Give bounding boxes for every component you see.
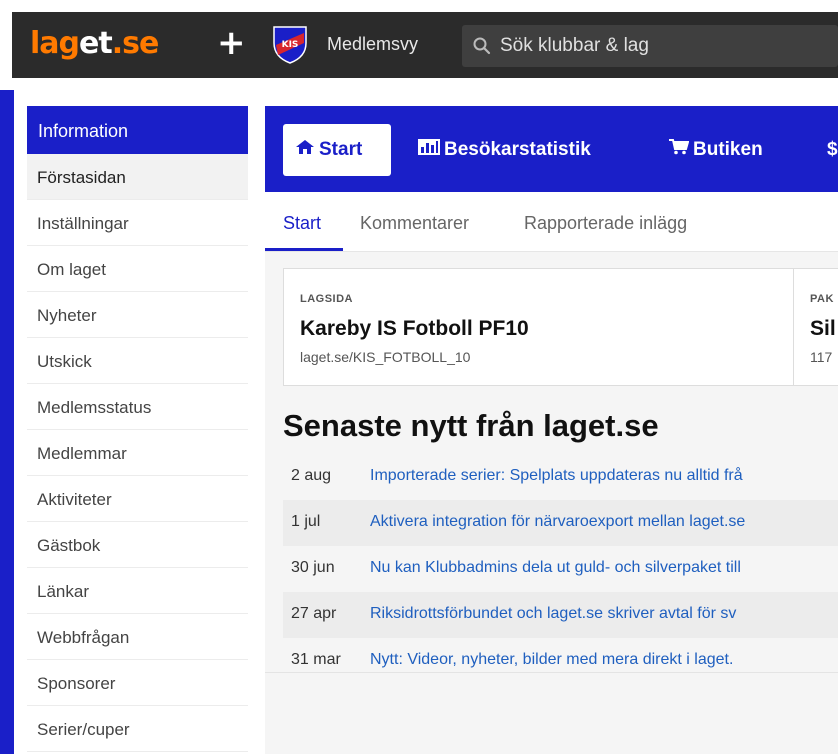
- cart-icon: [669, 139, 690, 161]
- package-label: PAK: [810, 293, 834, 305]
- logo-part-et: et: [79, 26, 113, 61]
- tab-start[interactable]: Start: [283, 213, 321, 234]
- sidebar-item-medlemsstatus[interactable]: Medlemsstatus: [27, 384, 248, 430]
- news-list: 2 aug Importerade serier: Spelplats uppd…: [283, 454, 838, 684]
- crest-text: KIS: [282, 40, 299, 50]
- top-bar: laget.se + KIS Medlemsvy Sök klubbar & l…: [0, 0, 838, 90]
- nav-stats-button[interactable]: Besökarstatistik: [418, 124, 591, 176]
- team-page-panel: LAGSIDA Kareby IS Fotboll PF10 laget.se/…: [284, 269, 794, 385]
- sidebar-item-sponsorer[interactable]: Sponsorer: [27, 660, 248, 706]
- main-navbar: Start Besökarstatistik Butiken $: [265, 106, 838, 192]
- team-name: Kareby IS Fotboll PF10: [300, 317, 529, 340]
- news-link[interactable]: Importerade serier: Spelplats uppdateras…: [370, 467, 743, 485]
- top-bar-inner: laget.se + KIS Medlemsvy Sök klubbar & l…: [12, 12, 838, 78]
- main-content: Start Besökarstatistik Butiken $ Start K…: [265, 106, 838, 754]
- nav-start-label: Start: [319, 139, 363, 160]
- sidebar-item-lankar[interactable]: Länkar: [27, 568, 248, 614]
- news-link[interactable]: Nytt: Videor, nyheter, bilder med mera d…: [370, 651, 733, 669]
- plus-icon[interactable]: +: [217, 26, 246, 60]
- sidebar: Information Förstasidan Inställningar Om…: [27, 106, 248, 754]
- news-date: 1 jul: [291, 513, 321, 530]
- news-link[interactable]: Nu kan Klubbadmins dela ut guld- och sil…: [370, 559, 741, 577]
- news-link[interactable]: Riksidrottsförbundet och laget.se skrive…: [370, 605, 736, 623]
- sidebar-item-webbfragan[interactable]: Webbfrågan: [27, 614, 248, 660]
- search-input[interactable]: Sök klubbar & lag: [462, 25, 838, 67]
- sub-tabs: Start Kommentarer Rapporterade inlägg: [265, 192, 838, 252]
- tab-reported-posts[interactable]: Rapporterade inlägg: [524, 213, 687, 234]
- package-title: Sil: [810, 317, 836, 340]
- sidebar-item-medlemmar[interactable]: Medlemmar: [27, 430, 248, 476]
- news-heading: Senaste nytt från laget.se: [283, 408, 659, 443]
- club-crest-icon[interactable]: KIS: [272, 25, 308, 65]
- laget-logo[interactable]: laget.se: [30, 26, 160, 61]
- team-url[interactable]: laget.se/KIS_FOTBOLL_10: [300, 349, 470, 365]
- news-date: 2 aug: [291, 467, 332, 484]
- logo-part-se: .se: [111, 26, 160, 61]
- package-sub: 117: [810, 349, 833, 365]
- content-divider: [265, 672, 838, 673]
- news-item: 2 aug Importerade serier: Spelplats uppd…: [283, 454, 838, 500]
- nav-shop-button[interactable]: Butiken: [669, 124, 763, 176]
- member-view-label[interactable]: Medlemsvy: [327, 34, 418, 55]
- nav-start-button[interactable]: Start: [283, 124, 391, 176]
- sidebar-item-aktiviteter[interactable]: Aktiviteter: [27, 476, 248, 522]
- news-item: 30 jun Nu kan Klubbadmins dela ut guld- …: [283, 546, 838, 592]
- sidebar-item-nyheter[interactable]: Nyheter: [27, 292, 248, 338]
- active-tab-underline: [265, 248, 343, 251]
- nav-shop-label: Butiken: [693, 139, 763, 160]
- team-info-card: LAGSIDA Kareby IS Fotboll PF10 laget.se/…: [283, 268, 838, 386]
- sidebar-header: Information: [27, 106, 248, 154]
- news-item: 1 jul Aktivera integration för närvaroex…: [283, 500, 838, 546]
- package-panel: PAK Sil 117: [794, 269, 838, 385]
- search-placeholder: Sök klubbar & lag: [500, 35, 649, 56]
- news-link[interactable]: Aktivera integration för närvaroexport m…: [370, 513, 745, 531]
- news-date: 27 apr: [291, 605, 337, 622]
- tab-comments[interactable]: Kommentarer: [360, 213, 469, 234]
- news-item: 31 mar Nytt: Videor, nyheter, bilder med…: [283, 638, 838, 684]
- news-date: 31 mar: [291, 651, 341, 668]
- search-icon: [473, 37, 491, 55]
- bar-chart-icon: [418, 139, 440, 161]
- logo-part-lag: lag: [30, 26, 80, 61]
- nav-more-button[interactable]: $: [827, 124, 838, 176]
- news-date: 30 jun: [291, 559, 335, 576]
- sidebar-item-forstasidan[interactable]: Förstasidan: [27, 154, 248, 200]
- sidebar-item-serier-cuper[interactable]: Serier/cuper: [27, 706, 248, 752]
- home-icon: [295, 139, 315, 161]
- sidebar-item-gastbok[interactable]: Gästbok: [27, 522, 248, 568]
- news-item: 27 apr Riksidrottsförbundet och laget.se…: [283, 592, 838, 638]
- left-accent-strip: [0, 90, 14, 754]
- nav-stats-label: Besökarstatistik: [444, 139, 591, 160]
- team-page-label: LAGSIDA: [300, 293, 353, 305]
- sidebar-item-utskick[interactable]: Utskick: [27, 338, 248, 384]
- sidebar-item-om-laget[interactable]: Om laget: [27, 246, 248, 292]
- sidebar-item-installningar[interactable]: Inställningar: [27, 200, 248, 246]
